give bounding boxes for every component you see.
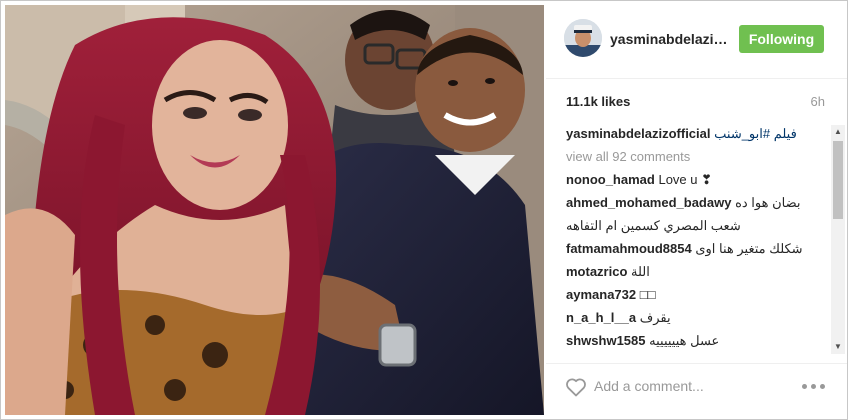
selfie-image — [5, 5, 544, 415]
scrollbar-thumb[interactable] — [833, 141, 843, 219]
caption-user[interactable]: yasminabdelazizofficial — [566, 126, 711, 141]
post-window: yasminabdelazizofficial Following 11.1k … — [0, 0, 848, 420]
comment-user[interactable]: shwshw1585 — [566, 333, 646, 348]
post-timestamp[interactable]: 6h — [811, 94, 825, 109]
comment-text: Love u ❣ — [658, 172, 713, 187]
caption-text[interactable]: فيلم #ابو_شنب — [714, 126, 797, 141]
avatar-image — [564, 19, 602, 57]
comments-scrollbar[interactable]: ▲ ▼ — [831, 125, 845, 354]
comment-row: motazrico اللة — [566, 263, 826, 280]
view-all-comments-link[interactable]: view all 92 comments — [566, 148, 826, 165]
post-header: yasminabdelazizofficial Following — [546, 1, 847, 79]
username-link[interactable]: yasminabdelazizofficial — [610, 31, 730, 47]
comment-input[interactable] — [594, 375, 784, 397]
caption: yasminabdelazizofficial فيلم #ابو_شنب — [566, 125, 826, 142]
comment-text: شكلك متغير هنا اوى — [695, 241, 803, 256]
comment-user[interactable]: n_a_h_l__a — [566, 310, 636, 325]
comment-row: nonoo_hamad Love u ❣ — [566, 171, 826, 188]
comment-row: ahmed_mohamed_badawy بضان هوا ده — [566, 194, 826, 211]
comment-text: شعب المصري كسمين ام التفاهه — [566, 218, 741, 233]
comment-text: اللة — [631, 264, 650, 279]
comment-row: شعب المصري كسمين ام التفاهه — [566, 217, 826, 234]
comment-user[interactable]: ahmed_mohamed_badawy — [566, 195, 731, 210]
comment-text: □□ — [639, 287, 656, 302]
comment-text: بضان هوا ده — [735, 195, 801, 210]
comment-user[interactable]: nonoo_hamad — [566, 172, 655, 187]
post-photo[interactable] — [5, 5, 544, 415]
likes-count[interactable]: 11.1k likes — [566, 94, 630, 109]
comment-row: fatmamahmoud8854 شكلك متغير هنا اوى — [566, 240, 826, 257]
comment-user[interactable]: fatmamahmoud8854 — [566, 241, 692, 256]
comment-text: يقرف — [639, 310, 671, 325]
scroll-up-arrow-icon[interactable]: ▲ — [831, 125, 845, 139]
more-options-icon[interactable] — [802, 378, 828, 394]
comment-row: n_a_h_l__a يقرف — [566, 309, 826, 326]
avatar[interactable] — [564, 19, 602, 57]
comment-text: عسل هييييييه — [649, 333, 720, 348]
following-button[interactable]: Following — [739, 25, 824, 53]
scroll-down-arrow-icon[interactable]: ▼ — [831, 340, 845, 354]
comment-composer — [546, 363, 847, 420]
comment-user[interactable]: motazrico — [566, 264, 627, 279]
comment-row: aymana732 □□ — [566, 286, 826, 303]
post-stats: 11.1k likes 6h — [546, 79, 847, 121]
post-side-panel: yasminabdelazizofficial Following 11.1k … — [546, 1, 847, 419]
comment-row: shwshw1585 عسل هييييييه — [566, 332, 826, 349]
heart-icon[interactable] — [564, 375, 588, 399]
comment-user[interactable]: aymana732 — [566, 287, 636, 302]
comments-list[interactable]: yasminabdelazizofficial فيلم #ابو_شنب vi… — [546, 125, 847, 355]
